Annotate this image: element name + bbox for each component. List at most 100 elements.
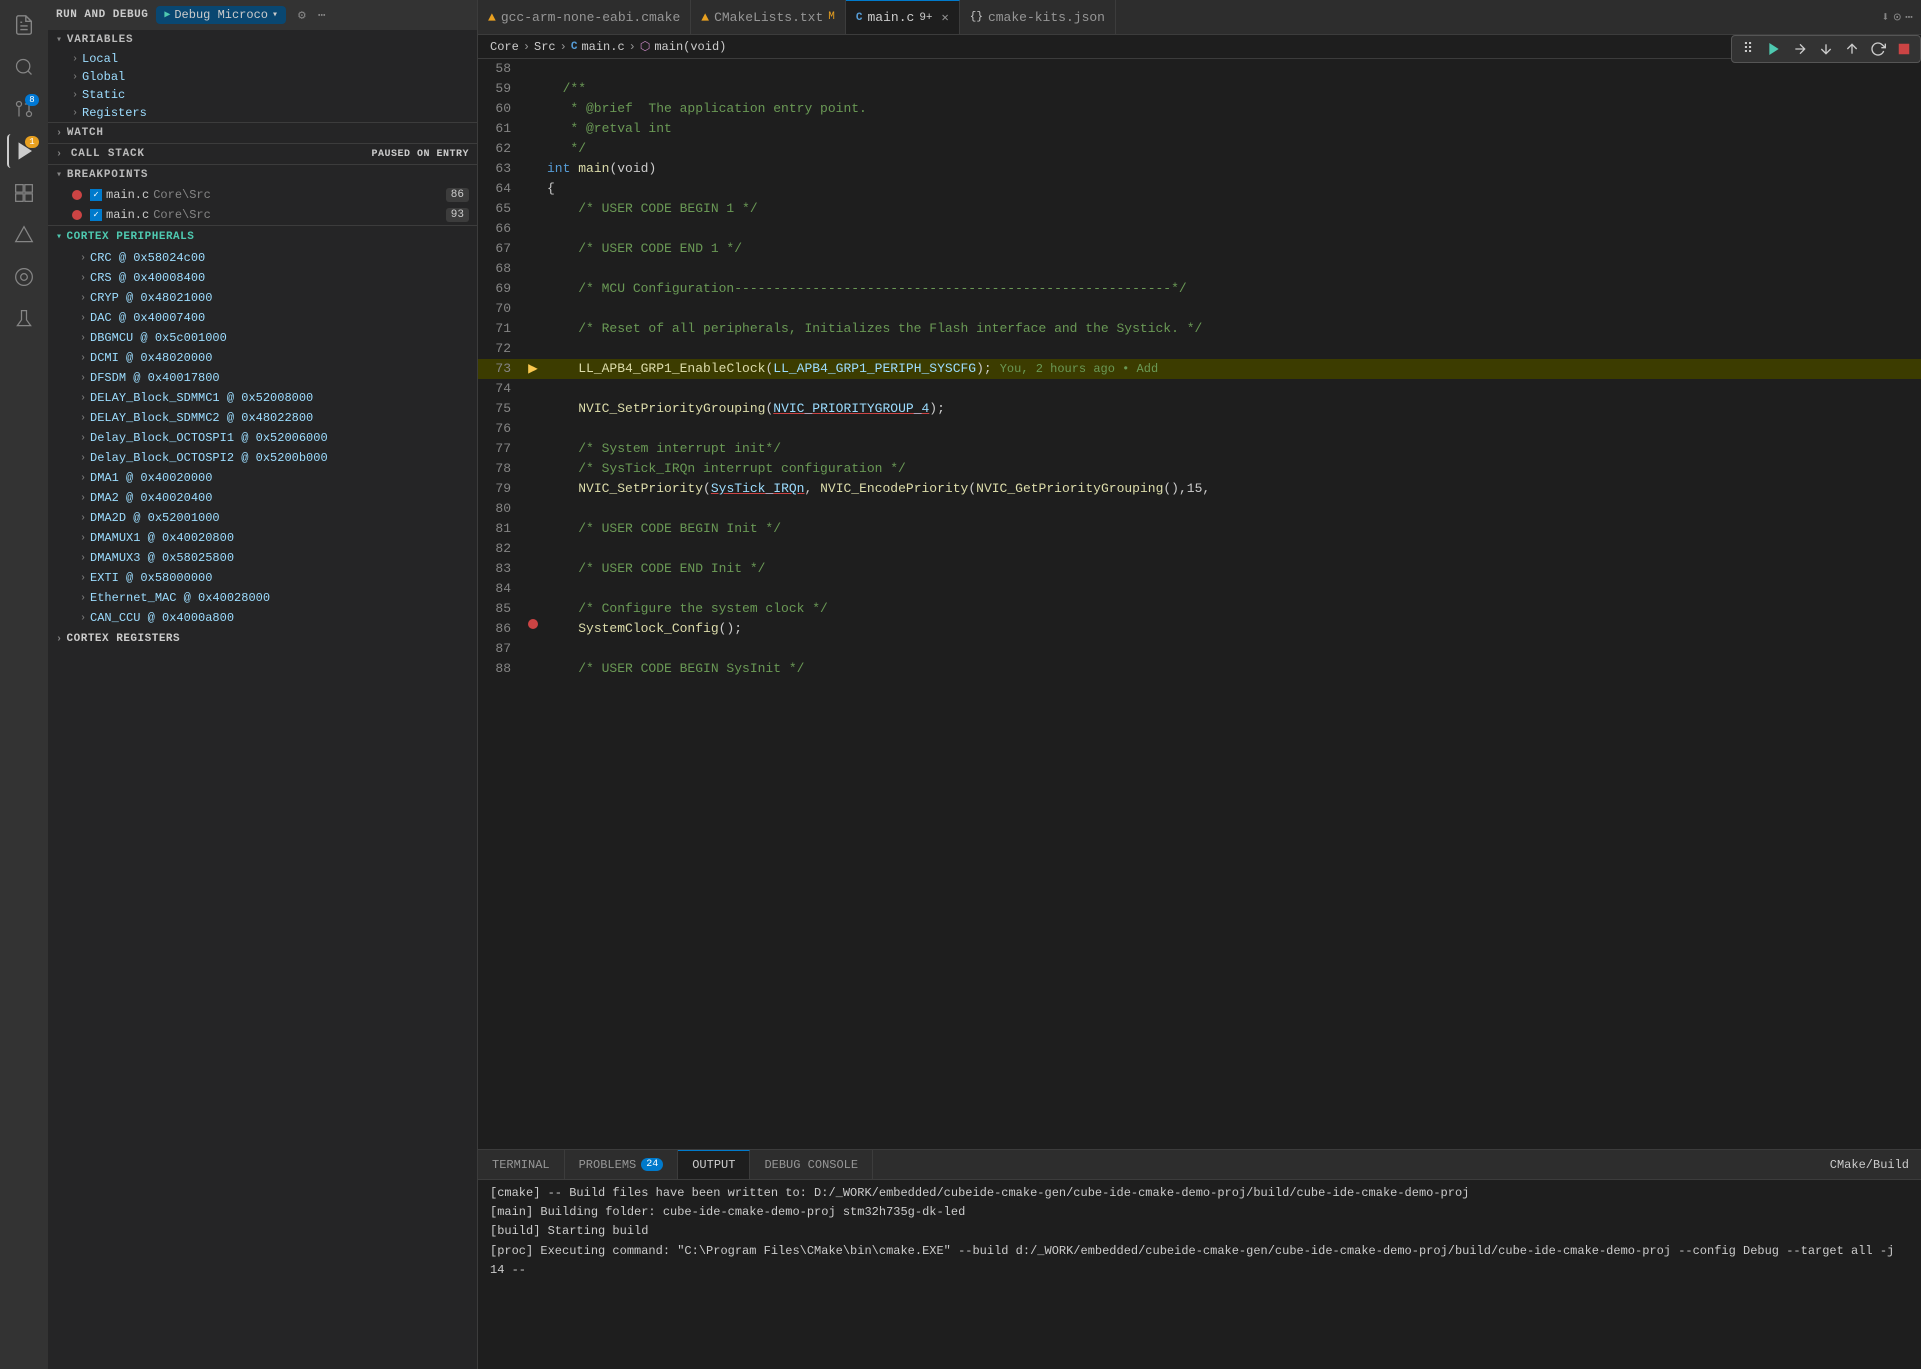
code-editor[interactable]: 58 59 /** 60 * @brief The application en… bbox=[478, 59, 1921, 1149]
activity-bar: 8 1 bbox=[0, 0, 48, 1369]
files-icon[interactable] bbox=[7, 8, 41, 42]
breadcrumb-sep-3: › bbox=[629, 40, 636, 54]
callstack-header[interactable]: › CALL STACK PAUSED ON ENTRY bbox=[48, 144, 477, 164]
variables-global[interactable]: › Global bbox=[48, 68, 477, 86]
debug-config-selector[interactable]: ▶ Debug Microco ▾ bbox=[156, 6, 286, 24]
static-label: Static bbox=[82, 88, 125, 102]
callstack-label: CALL STACK bbox=[71, 148, 145, 160]
more-icon[interactable]: ⋯ bbox=[318, 8, 326, 23]
dma2-chevron: › bbox=[80, 493, 86, 504]
crc-chevron: › bbox=[80, 253, 86, 264]
peripheral-dmamux3[interactable]: › DMAMUX3 @ 0x58025800 bbox=[48, 548, 477, 568]
peripheral-delay-octospi1[interactable]: › Delay_Block_OCTOSPI1 @ 0x52006000 bbox=[48, 428, 477, 448]
variables-registers[interactable]: › Registers bbox=[48, 104, 477, 122]
breadcrumb-mainc[interactable]: main.c bbox=[581, 40, 624, 54]
peripheral-delay-sdmmc1[interactable]: › DELAY_Block_SDMMC1 @ 0x52008000 bbox=[48, 388, 477, 408]
cortex-debug-icon[interactable] bbox=[7, 260, 41, 294]
peripheral-cryp[interactable]: › CRYP @ 0x48021000 bbox=[48, 288, 477, 308]
debug-stop-btn[interactable] bbox=[1892, 38, 1916, 60]
code-line-83: 83 /* USER CODE END Init */ bbox=[478, 559, 1921, 579]
bp-check-2[interactable]: ✓ bbox=[90, 209, 102, 221]
peripheral-crc[interactable]: › CRC @ 0x58024c00 bbox=[48, 248, 477, 268]
debug-step-out-btn[interactable] bbox=[1840, 38, 1864, 60]
code-line-63: 63 int main(void) bbox=[478, 159, 1921, 179]
global-label: Global bbox=[82, 70, 125, 84]
peripheral-can-ccu[interactable]: › CAN_CCU @ 0x4000a800 bbox=[48, 608, 477, 628]
panel-filter-selector[interactable]: CMake/Build bbox=[1818, 1158, 1921, 1172]
peripheral-delay-sdmmc2[interactable]: › DELAY_Block_SDMMC2 @ 0x48022800 bbox=[48, 408, 477, 428]
peripheral-exti[interactable]: › EXTI @ 0x58000000 bbox=[48, 568, 477, 588]
watch-header[interactable]: › WATCH bbox=[48, 123, 477, 143]
debug-continue-btn[interactable] bbox=[1762, 38, 1786, 60]
cortex-registers-header[interactable]: › CORTEX REGISTERS bbox=[48, 628, 477, 650]
testing-icon[interactable] bbox=[7, 302, 41, 336]
run-debug-icon[interactable]: 1 bbox=[7, 134, 41, 168]
peripheral-dfsdm[interactable]: › DFSDM @ 0x40017800 bbox=[48, 368, 477, 388]
cmakelists-modified-badge: M bbox=[828, 11, 835, 23]
code-line-75: 75 NVIC_SetPriorityGrouping(NVIC_PRIORIT… bbox=[478, 399, 1921, 419]
cmakelists-tab-label: CMakeLists.txt bbox=[714, 10, 823, 25]
breakpoint-item-2[interactable]: ✓ main.c Core\Src 93 bbox=[48, 205, 477, 225]
cortex-peripherals-header[interactable]: ▾ CORTEX PERIPHERALS bbox=[48, 226, 477, 248]
tab-main-c[interactable]: C main.c 9+ ✕ bbox=[846, 0, 960, 34]
code-line-60: 60 * @brief The application entry point. bbox=[478, 99, 1921, 119]
breadcrumb-core[interactable]: Core bbox=[490, 40, 519, 54]
breakpoint-item-1[interactable]: ✓ main.c Core\Src 86 bbox=[48, 185, 477, 205]
dbgmcu-chevron: › bbox=[80, 333, 86, 344]
peripheral-dmamux1[interactable]: › DMAMUX1 @ 0x40020800 bbox=[48, 528, 477, 548]
gear-icon[interactable]: ⚙ bbox=[298, 8, 306, 23]
peripheral-dma2[interactable]: › DMA2 @ 0x40020400 bbox=[48, 488, 477, 508]
debug-top-bar: RUN AND DEBUG ▶ Debug Microco ▾ ⚙ ⋯ bbox=[48, 0, 477, 30]
tab-bar-actions: ⬇ ⊙ ⋯ bbox=[1874, 10, 1921, 25]
delay-sdmmc2-chevron: › bbox=[80, 413, 86, 424]
extensions-icon[interactable] bbox=[7, 176, 41, 210]
cmake-icon[interactable] bbox=[7, 218, 41, 252]
bp-check-1[interactable]: ✓ bbox=[90, 189, 102, 201]
static-chevron: › bbox=[72, 90, 78, 101]
code-line-79: 79 NVIC_SetPriority(SysTick_IRQn, NVIC_E… bbox=[478, 479, 1921, 499]
debug-step-into-btn[interactable] bbox=[1814, 38, 1838, 60]
panel-tab-debug-console[interactable]: DEBUG CONSOLE bbox=[750, 1150, 873, 1179]
more-actions-icon[interactable]: ⋯ bbox=[1905, 10, 1913, 25]
peripheral-ethernet-mac[interactable]: › Ethernet_MAC @ 0x40028000 bbox=[48, 588, 477, 608]
breadcrumb-c-icon: C bbox=[571, 41, 578, 53]
bp-dot-1 bbox=[72, 190, 82, 200]
watch-section: › WATCH bbox=[48, 123, 477, 144]
variables-local[interactable]: › Local bbox=[48, 50, 477, 68]
peripheral-dma2d[interactable]: › DMA2D @ 0x52001000 bbox=[48, 508, 477, 528]
split-editor-icon[interactable]: ⊙ bbox=[1893, 10, 1901, 25]
peripheral-crs[interactable]: › CRS @ 0x40008400 bbox=[48, 268, 477, 288]
peripheral-delay-octospi2[interactable]: › Delay_Block_OCTOSPI2 @ 0x5200b000 bbox=[48, 448, 477, 468]
debug-step-over-btn[interactable] bbox=[1788, 38, 1812, 60]
debug-grid-btn[interactable]: ⠿ bbox=[1736, 38, 1760, 60]
panel-tab-output[interactable]: OUTPUT bbox=[678, 1150, 750, 1179]
cmake-arm-tab-icon: ▲ bbox=[488, 10, 496, 25]
breadcrumb-src[interactable]: Src bbox=[534, 40, 556, 54]
source-control-icon[interactable]: 8 bbox=[7, 92, 41, 126]
tab-cmake-kits[interactable]: {} cmake-kits.json bbox=[960, 0, 1116, 34]
tab-cmake-arm[interactable]: ▲ gcc-arm-none-eabi.cmake bbox=[478, 0, 691, 34]
registers-label: Registers bbox=[82, 106, 147, 120]
peripheral-dcmi[interactable]: › DCMI @ 0x48020000 bbox=[48, 348, 477, 368]
search-icon[interactable] bbox=[7, 50, 41, 84]
code-line-87: 87 bbox=[478, 639, 1921, 659]
breadcrumb-function[interactable]: main(void) bbox=[654, 40, 726, 54]
download-icon[interactable]: ⬇ bbox=[1882, 10, 1890, 25]
editor-area: ⠿ bbox=[478, 35, 1921, 1149]
code-line-59: 59 /** bbox=[478, 79, 1921, 99]
panel-tab-problems[interactable]: PROBLEMS 24 bbox=[565, 1150, 679, 1179]
dma1-chevron: › bbox=[80, 473, 86, 484]
debug-restart-btn[interactable] bbox=[1866, 38, 1890, 60]
panel-tab-terminal[interactable]: TERMINAL bbox=[478, 1150, 565, 1179]
tab-cmakelists[interactable]: ▲ CMakeLists.txt M bbox=[691, 0, 846, 34]
panel-line-1: [cmake] -- Build files have been written… bbox=[490, 1184, 1909, 1203]
breakpoints-header[interactable]: ▾ BREAKPOINTS bbox=[48, 165, 477, 185]
peripheral-dbgmcu[interactable]: › DBGMCU @ 0x5c001000 bbox=[48, 328, 477, 348]
variables-header[interactable]: ▾ VARIABLES bbox=[48, 30, 477, 50]
variables-static[interactable]: › Static bbox=[48, 86, 477, 104]
mainc-close-icon[interactable]: ✕ bbox=[942, 10, 949, 25]
code-line-81: 81 /* USER CODE BEGIN Init */ bbox=[478, 519, 1921, 539]
breadcrumb-fn-icon: ⬡ bbox=[640, 39, 650, 54]
peripheral-dac[interactable]: › DAC @ 0x40007400 bbox=[48, 308, 477, 328]
peripheral-dma1[interactable]: › DMA1 @ 0x40020000 bbox=[48, 468, 477, 488]
